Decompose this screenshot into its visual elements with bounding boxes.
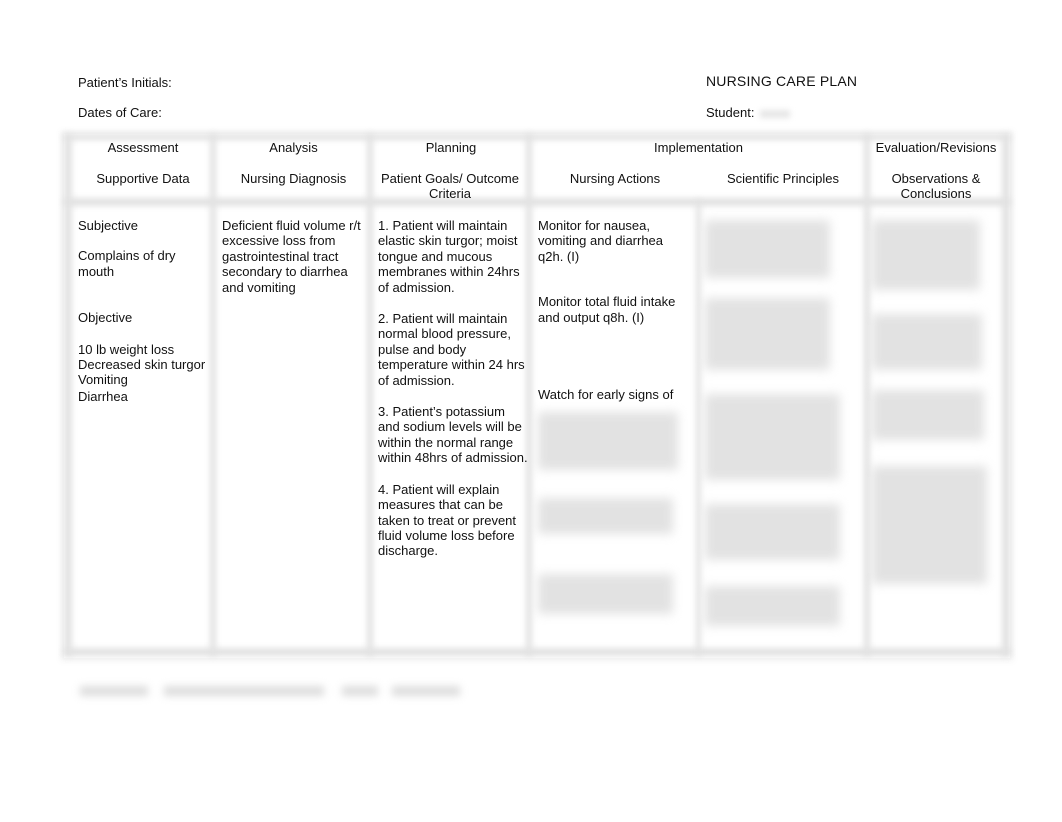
header-implementation: Implementation [654,140,743,155]
page-title: NURSING CARE PLAN [706,73,858,89]
objective-heading: Objective [78,310,133,326]
patient-goals-cell: 1. Patient will maintain elastic skin tu… [378,218,528,559]
subjective-heading: Subjective [78,218,138,233]
subheader-patient-goals: Patient Goals/ Outcome Criteria [380,171,519,201]
redacted-text-block [705,586,840,626]
redacted-text-block [872,314,982,370]
redacted-text-block [705,220,830,278]
redacted-text-block [705,504,840,560]
header-planning: Planning [425,140,477,155]
nursing-action-item: Monitor for nausea, vomiting and diarrhe… [538,218,664,264]
subheader-supportive-data: Supportive Data [96,171,190,186]
redacted-text-block [705,298,830,370]
student-name-redacted [760,109,791,118]
objective-item: 10 lb weight loss [78,341,175,357]
redacted-text-block [538,574,673,614]
header-evaluation: Evaluation/Revisions [875,140,997,155]
subheader-scientific-principles: Scientific Principles [727,171,839,186]
subjective-item: Complains of dry mouth [78,248,176,279]
redacted-text-block [538,412,678,470]
nursing-action-item: Watch for early signs of [538,387,674,403]
assessment-cell: Subjective Complains of dry mouth Object… [78,218,214,404]
goal-item: 1. Patient will maintain elastic skin tu… [378,218,520,295]
student-label: Student: [706,105,755,120]
redacted-footer-text [164,686,324,696]
subheader-observations: Observations & Conclusions [891,171,981,201]
redacted-footer-text [80,686,148,696]
column-divider [864,134,870,656]
column-divider [367,134,373,656]
objective-item: Vomiting [78,372,128,388]
subheader-nursing-diagnosis: Nursing Diagnosis [240,171,347,186]
goal-item: 3. Patient’s potassium and sodium levels… [378,404,528,466]
student-field: Student: [706,105,791,120]
objective-item: Diarrhea [78,388,128,404]
redacted-text-block [705,394,840,480]
redacted-footer-text [392,686,460,696]
header-analysis: Analysis [269,140,318,155]
nursing-actions-cell: Monitor for nausea, vomiting and diarrhe… [538,218,690,402]
goal-item: 4. Patient will explain measures that ca… [378,481,517,559]
redacted-text-block [872,220,980,290]
column-divider [696,200,701,656]
nursing-diagnosis-cell: Deficient fluid volume r/t excessive los… [222,218,362,295]
redacted-text-block [538,498,673,534]
dates-of-care-label: Dates of Care: [78,105,162,120]
table-left-border [64,134,72,656]
nursing-action-item: Monitor total fluid intake and output q8… [538,294,676,325]
patient-initials-label: Patient’s Initials: [78,75,172,90]
subheader-nursing-actions: Nursing Actions [569,171,661,186]
nursing-diagnosis-text: Deficient fluid volume r/t excessive los… [222,218,361,295]
redacted-text-block [872,390,984,440]
goal-item: 2. Patient will maintain normal blood pr… [378,311,525,388]
objective-item: Decreased skin turgor [78,357,206,373]
table-right-border [1002,134,1010,656]
header-assessment: Assessment [107,140,179,155]
redacted-footer-text [342,686,378,696]
redacted-text-block [872,466,987,584]
